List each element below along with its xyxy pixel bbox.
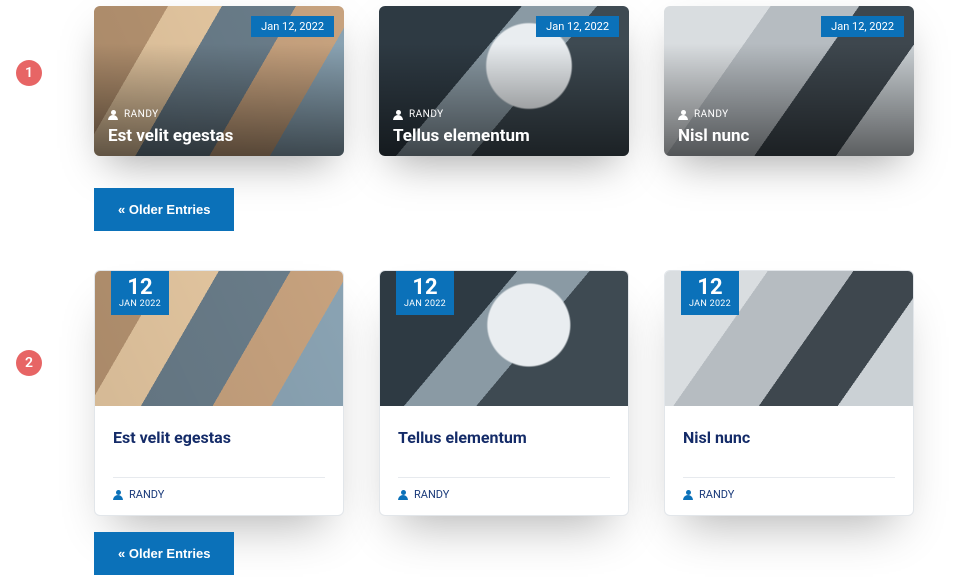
- author-meta: RANDY: [393, 109, 444, 120]
- author-name: RANDY: [414, 488, 449, 501]
- author-name: RANDY: [409, 109, 444, 120]
- card-title: Nisl nunc: [683, 428, 895, 447]
- card-body: Tellus elementum: [380, 406, 628, 457]
- card-title: Tellus elementum: [393, 126, 530, 146]
- older-entries-button[interactable]: « Older Entries: [94, 188, 234, 231]
- blog-row-card: 12 JAN 2022 Est velit egestas RANDY 12 J…: [94, 270, 914, 516]
- user-icon: [108, 110, 118, 120]
- author-name: RANDY: [699, 488, 734, 501]
- date-tag: Jan 12, 2022: [821, 16, 904, 37]
- author-name: RANDY: [129, 488, 164, 501]
- author-name: RANDY: [124, 109, 159, 120]
- user-icon: [393, 110, 403, 120]
- user-icon: [678, 110, 688, 120]
- section-badge-2: 2: [16, 350, 42, 376]
- card-image: 12 JAN 2022: [380, 271, 628, 406]
- blog-card[interactable]: 12 JAN 2022 Tellus elementum RANDY: [379, 270, 629, 516]
- date-month: JAN 2022: [689, 299, 731, 309]
- blog-row-overlay: Jan 12, 2022 RANDY Est velit egestas Jan…: [94, 6, 914, 156]
- date-day: 12: [404, 277, 446, 299]
- section-badge-1: 1: [16, 60, 42, 86]
- date-month: JAN 2022: [119, 299, 161, 309]
- card-title: Tellus elementum: [398, 428, 610, 447]
- date-day: 12: [689, 277, 731, 299]
- card-body: Est velit egestas: [95, 406, 343, 457]
- blog-card-overlay[interactable]: Jan 12, 2022 RANDY Nisl nunc: [664, 6, 914, 156]
- card-footer: RANDY: [665, 478, 913, 515]
- date-tag: Jan 12, 2022: [251, 16, 334, 37]
- card-title: Est velit egestas: [108, 126, 233, 146]
- user-icon: [113, 490, 123, 500]
- card-body: Nisl nunc: [665, 406, 913, 457]
- card-image: 12 JAN 2022: [95, 271, 343, 406]
- card-title: Nisl nunc: [678, 126, 749, 146]
- date-month: JAN 2022: [404, 299, 446, 309]
- date-block: 12 JAN 2022: [681, 271, 739, 315]
- author-name: RANDY: [694, 109, 729, 120]
- card-footer: RANDY: [95, 478, 343, 515]
- older-entries-button[interactable]: « Older Entries: [94, 532, 234, 575]
- user-icon: [683, 490, 693, 500]
- card-image: 12 JAN 2022: [665, 271, 913, 406]
- blog-card[interactable]: 12 JAN 2022 Nisl nunc RANDY: [664, 270, 914, 516]
- card-footer: RANDY: [380, 478, 628, 515]
- date-block: 12 JAN 2022: [396, 271, 454, 315]
- card-title: Est velit egestas: [113, 428, 325, 447]
- date-day: 12: [119, 277, 161, 299]
- blog-card-overlay[interactable]: Jan 12, 2022 RANDY Est velit egestas: [94, 6, 344, 156]
- blog-card[interactable]: 12 JAN 2022 Est velit egestas RANDY: [94, 270, 344, 516]
- date-block: 12 JAN 2022: [111, 271, 169, 315]
- user-icon: [398, 490, 408, 500]
- blog-card-overlay[interactable]: Jan 12, 2022 RANDY Tellus elementum: [379, 6, 629, 156]
- author-meta: RANDY: [108, 109, 159, 120]
- author-meta: RANDY: [678, 109, 729, 120]
- date-tag: Jan 12, 2022: [536, 16, 619, 37]
